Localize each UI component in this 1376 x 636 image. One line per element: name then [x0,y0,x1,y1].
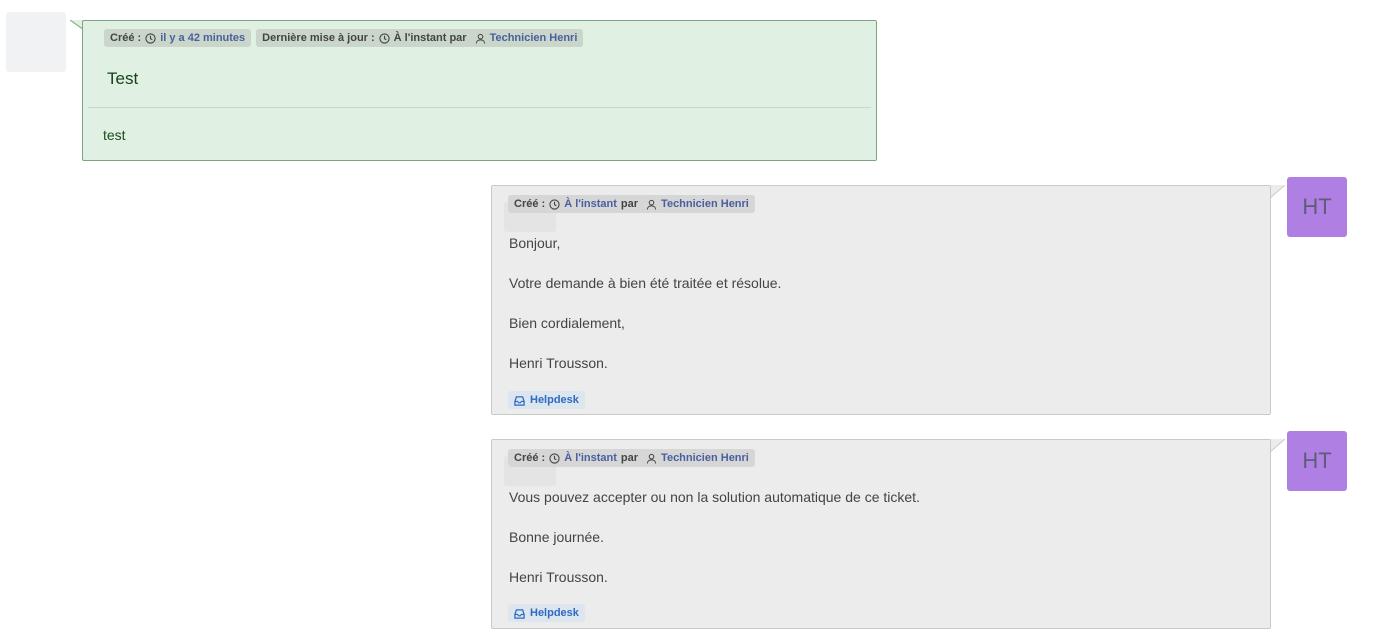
bubble-tail [1269,185,1285,199]
author-avatar [6,12,66,72]
created-date[interactable]: À l'instant [564,452,617,464]
solution-item: Créé : À l'instant par Technicien Henri … [491,439,1271,629]
clock-icon [549,452,560,464]
solution-paragraph: Vous pouvez accepter ou non la solution … [509,489,920,505]
updated-label: Dernière mise à jour : [262,32,375,44]
clock-icon [379,32,390,44]
source-label: Helpdesk [530,394,579,406]
user-icon [646,453,657,464]
clock-icon [549,198,560,210]
user-icon [646,199,657,210]
user-icon [475,33,486,44]
source-badge: Helpdesk [508,604,585,622]
solution-item: Créé : À l'instant par Technicien Henri … [491,185,1271,415]
avatar: HT [1287,431,1347,491]
created-label: Créé : [110,32,142,44]
solution-paragraph: Bonjour, [509,235,561,251]
source-badge: Helpdesk [508,391,585,409]
inbox-icon [514,395,525,406]
user-link[interactable]: Technicien Henri [661,198,749,210]
created-label: Créé : [514,452,546,464]
avatar: HT [1287,177,1347,237]
divider [88,107,871,108]
solution-paragraph: Henri Trousson. [509,355,608,371]
bubble-tail [1269,439,1285,453]
solution-paragraph: Bien cordialement, [509,315,625,331]
solution-paragraph: Henri Trousson. [509,569,608,585]
updated-user-link[interactable]: Technicien Henri [490,32,578,44]
followup-content: test [103,127,126,143]
solution-paragraph: Bonne journée. [509,529,604,545]
created-date[interactable]: À l'instant [564,198,617,210]
created-badge: Créé : il y a 42 minutes [104,29,252,47]
updated-date: À l'instant par [393,32,467,44]
created-date[interactable]: il y a 42 minutes [160,32,245,44]
solution-paragraph: Votre demande à bien été traitée et réso… [509,275,782,291]
user-link[interactable]: Technicien Henri [661,452,749,464]
followup-title: Test [107,69,139,88]
source-label: Helpdesk [530,607,579,619]
created-badge: Créé : À l'instant par Technicien Henri [508,449,755,467]
updated-badge: Dernière mise à jour : À l'instant par T… [256,29,584,47]
created-badge: Créé : À l'instant par Technicien Henri [508,195,755,213]
clock-icon [145,32,156,44]
inbox-icon [514,608,525,619]
by-label: par [620,452,639,464]
by-label: par [620,198,639,210]
followup-item: Créé : il y a 42 minutes Dernière mise à… [82,20,877,161]
created-label: Créé : [514,198,546,210]
